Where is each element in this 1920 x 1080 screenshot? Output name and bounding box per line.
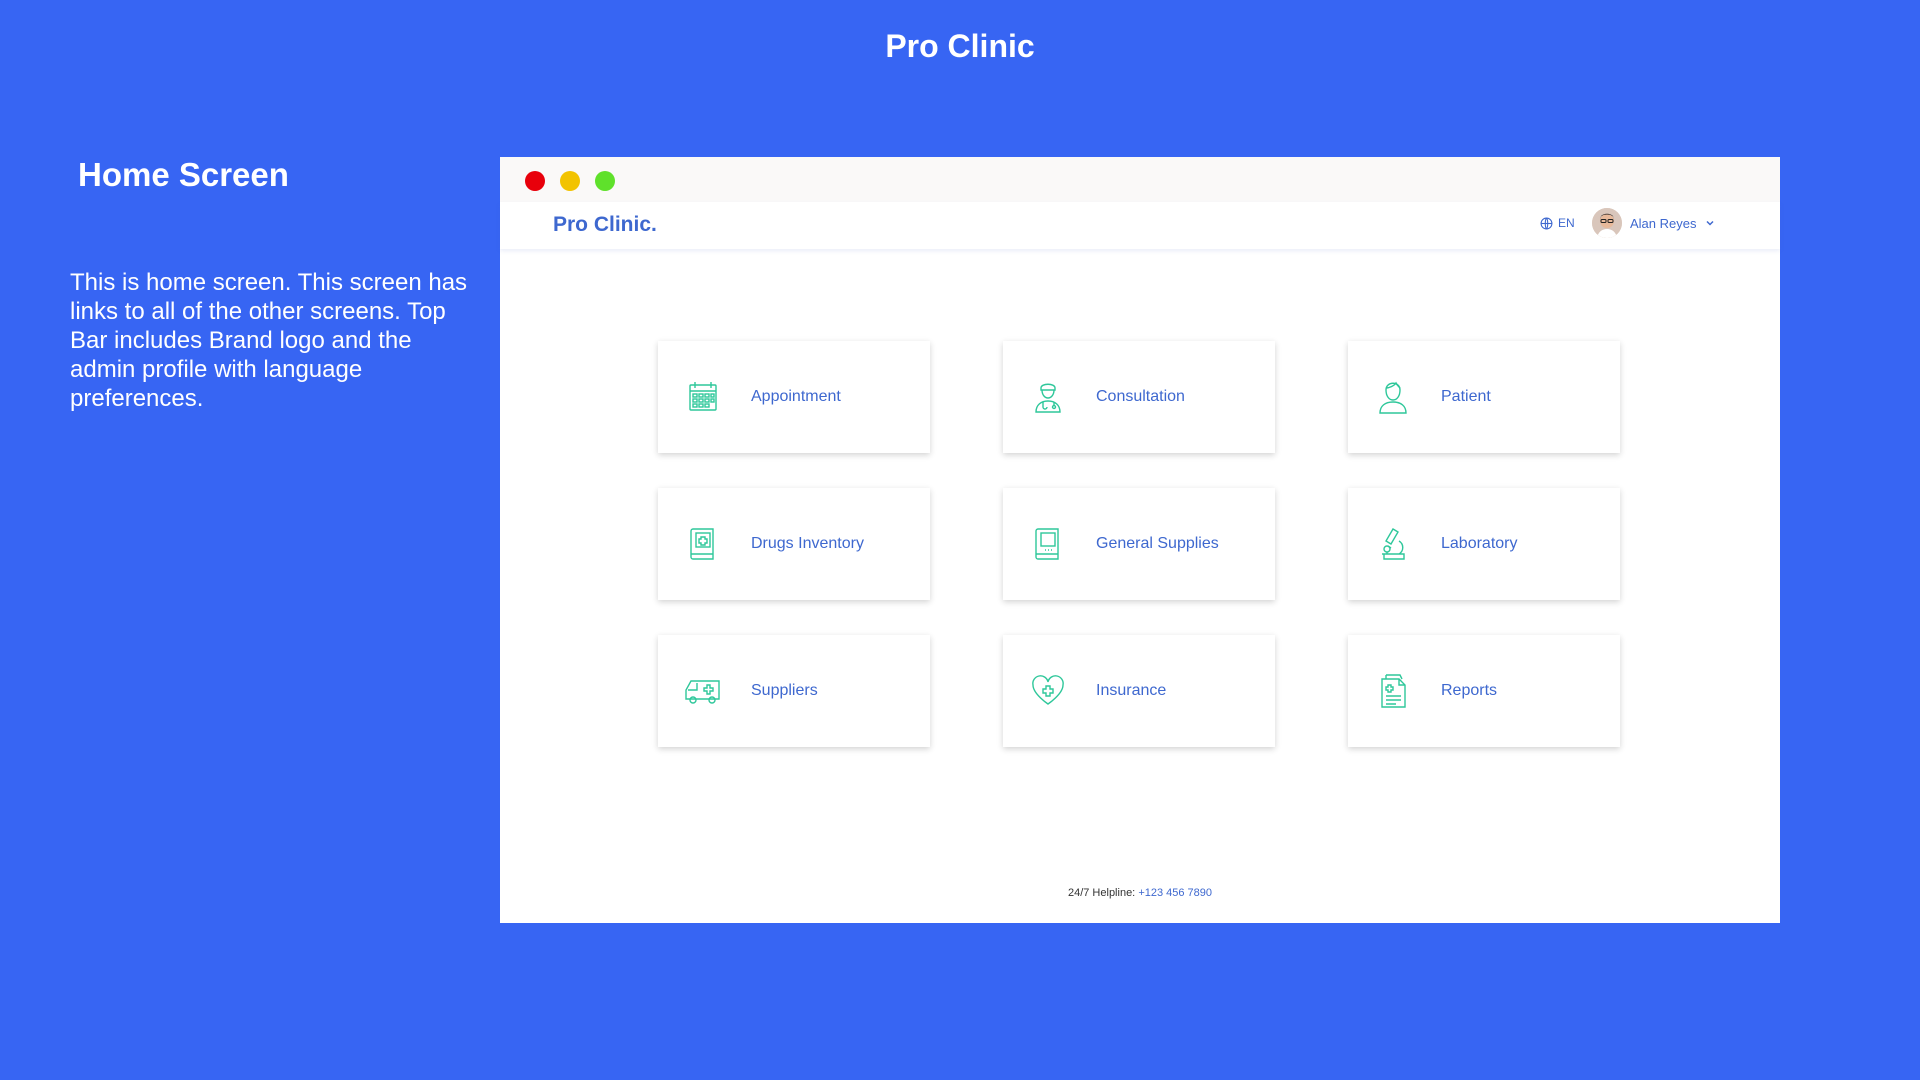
report-icon (1381, 674, 1406, 708)
calendar-icon (689, 382, 717, 411)
module-card-suppliers[interactable]: Suppliers (658, 635, 930, 747)
close-dot[interactable] (525, 171, 545, 191)
page-title: Pro Clinic (885, 28, 1035, 64)
module-card-reports[interactable]: Reports (1348, 635, 1620, 747)
module-label: General Supplies (1096, 535, 1219, 552)
language-label: EN (1558, 216, 1575, 230)
module-label: Consultation (1096, 388, 1185, 405)
patient-icon (1379, 381, 1407, 414)
module-card-drugs-inventory[interactable]: Drugs Inventory (658, 488, 930, 600)
helpline-phone-link[interactable]: +123 456 7890 (1138, 887, 1212, 899)
medicine-book-icon (690, 528, 714, 560)
module-label: Laboratory (1441, 535, 1518, 552)
user-profile-menu[interactable]: Alan Reyes (1592, 208, 1715, 238)
heart-cross-icon (1032, 675, 1064, 705)
maximize-dot[interactable] (595, 171, 615, 191)
language-selector[interactable]: EN (1540, 216, 1575, 230)
module-label: Reports (1441, 682, 1498, 699)
module-card-patient[interactable]: Patient (1348, 341, 1620, 453)
helpline-label: 24/7 Helpline: (1067, 887, 1136, 899)
minimize-dot[interactable] (560, 171, 580, 191)
user-name: Alan Reyes (1630, 215, 1697, 231)
module-card-laboratory[interactable]: Laboratory (1348, 488, 1620, 600)
avatar (1592, 208, 1622, 238)
top-bar: Pro Clinic. EN Alan Reyes (500, 202, 1780, 249)
module-label: Patient (1441, 388, 1491, 405)
brand-logo[interactable]: Pro Clinic. (553, 213, 657, 237)
module-card-general-supplies[interactable]: General Supplies (1003, 488, 1275, 600)
supplies-icon (1035, 528, 1059, 560)
module-card-insurance[interactable]: Insurance (1003, 635, 1275, 747)
section-description: This is home screen. This screen has lin… (70, 269, 468, 412)
module-label: Drugs Inventory (751, 535, 864, 552)
app-window: Pro Clinic. EN Alan Reyes Appointment Co… (500, 157, 1780, 923)
module-label: Suppliers (751, 682, 818, 699)
ambulance-icon (685, 680, 720, 704)
module-label: Appointment (751, 388, 841, 405)
section-heading: Home Screen (78, 156, 289, 193)
window-titlebar (500, 157, 1780, 202)
chevron-down-icon (1706, 220, 1715, 226)
module-card-consultation[interactable]: Consultation (1003, 341, 1275, 453)
helpline-footer: 24/7 Helpline: +123 456 7890 (500, 887, 1780, 899)
doctor-icon (1035, 383, 1061, 413)
globe-icon (1540, 217, 1553, 229)
microscope-icon (1382, 528, 1405, 560)
module-label: Insurance (1096, 682, 1167, 699)
module-card-appointment[interactable]: Appointment (658, 341, 930, 453)
